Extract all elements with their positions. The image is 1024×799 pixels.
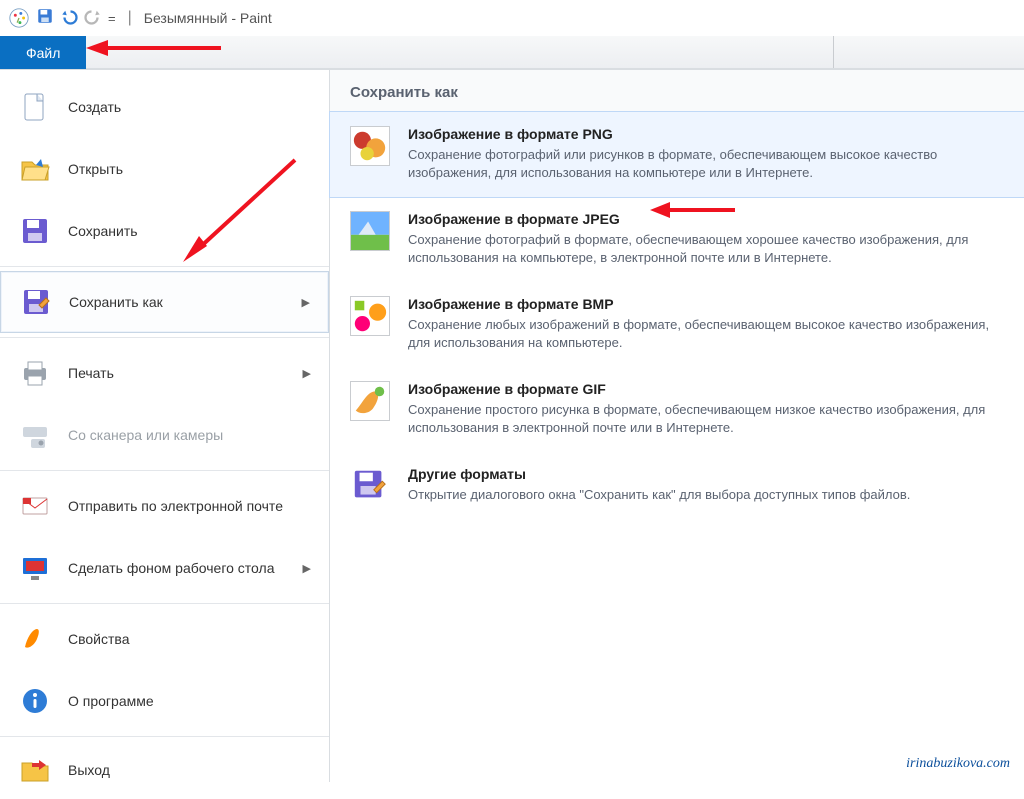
save-as-format-png[interactable]: Изображение в формате PNG Сохранение фот… — [330, 112, 1024, 197]
new-file-icon — [18, 90, 52, 124]
file-menu-separator — [0, 736, 329, 737]
file-menu-separator — [0, 266, 329, 267]
ribbon-tabstrip: Файл — [0, 36, 1024, 70]
format-desc: Сохранение фотографий в формате, обеспеч… — [408, 231, 1004, 266]
gif-thumb-icon — [350, 381, 390, 421]
file-menu-label: О программе — [68, 693, 154, 709]
format-title: Изображение в формате BMP — [408, 296, 1004, 312]
save-as-panel: Сохранить как Изображение в формате PNG … — [330, 70, 1024, 782]
file-menu-label: Сохранить — [68, 223, 138, 239]
format-title: Изображение в формате GIF — [408, 381, 1004, 397]
file-menu-email[interactable]: Отправить по электронной почте — [0, 475, 329, 537]
window-title: Безымянный - Paint — [144, 10, 272, 26]
file-menu: Создать Открыть Сохранить Сохранить как … — [0, 70, 330, 782]
qat-save-icon[interactable] — [36, 7, 54, 30]
format-title: Изображение в формате PNG — [408, 126, 1004, 142]
submenu-arrow-icon: ▶ — [303, 367, 311, 380]
file-backstage: Создать Открыть Сохранить Сохранить как … — [0, 70, 1024, 782]
email-icon — [18, 489, 52, 523]
qat-undo-icon[interactable] — [60, 7, 78, 30]
file-menu-wallpaper[interactable]: Сделать фоном рабочего стола ▶ — [0, 537, 329, 599]
submenu-arrow-icon: ▶ — [302, 296, 310, 309]
submenu-arrow-icon: ▶ — [303, 562, 311, 575]
ribbon-command-area — [86, 36, 1024, 69]
file-menu-label: Создать — [68, 99, 121, 115]
file-menu-exit[interactable]: Выход — [0, 741, 329, 799]
titlebar-separator: | — [128, 9, 132, 27]
file-menu-about[interactable]: О программе — [0, 670, 329, 732]
file-menu-separator — [0, 470, 329, 471]
jpeg-thumb-icon — [350, 211, 390, 251]
file-menu-print[interactable]: Печать ▶ — [0, 342, 329, 404]
print-icon — [18, 356, 52, 390]
file-menu-save-as[interactable]: Сохранить как ▶ — [0, 271, 329, 333]
bmp-thumb-icon — [350, 296, 390, 336]
scanner-camera-icon — [18, 418, 52, 452]
file-menu-label: Сделать фоном рабочего стола — [68, 560, 275, 576]
save-as-format-gif[interactable]: Изображение в формате GIF Сохранение про… — [330, 367, 1024, 452]
format-desc: Сохранение любых изображений в формате, … — [408, 316, 1004, 351]
file-menu-properties[interactable]: Свойства — [0, 608, 329, 670]
format-title: Изображение в формате JPEG — [408, 211, 1004, 227]
file-menu-label: Отправить по электронной почте — [68, 498, 283, 514]
save-as-icon — [19, 285, 53, 319]
save-as-format-other[interactable]: Другие форматы Открытие диалогового окна… — [330, 452, 1024, 522]
file-menu-new[interactable]: Создать — [0, 76, 329, 138]
format-desc: Открытие диалогового окна "Сохранить как… — [408, 486, 910, 504]
other-formats-icon — [350, 466, 390, 506]
qat-redo-icon[interactable] — [84, 7, 102, 30]
open-folder-icon — [18, 152, 52, 186]
qat-dropdown-icon[interactable]: = — [108, 11, 116, 26]
tab-file[interactable]: Файл — [0, 36, 86, 69]
paint-app-icon — [8, 7, 30, 29]
titlebar: = | Безымянный - Paint — [0, 0, 1024, 36]
png-thumb-icon — [350, 126, 390, 166]
format-title: Другие форматы — [408, 466, 910, 482]
save-as-format-jpeg[interactable]: Изображение в формате JPEG Сохранение фо… — [330, 197, 1024, 282]
file-menu-label: Со сканера или камеры — [68, 427, 223, 443]
file-menu-open[interactable]: Открыть — [0, 138, 329, 200]
file-menu-separator — [0, 337, 329, 338]
format-desc: Сохранение простого рисунка в формате, о… — [408, 401, 1004, 436]
quick-access-toolbar: = — [8, 7, 116, 30]
properties-icon — [18, 622, 52, 656]
format-desc: Сохранение фотографий или рисунков в фор… — [408, 146, 1004, 181]
file-menu-label: Выход — [68, 762, 110, 778]
file-menu-save[interactable]: Сохранить — [0, 200, 329, 262]
file-menu-scanner: Со сканера или камеры — [0, 404, 329, 466]
save-icon — [18, 214, 52, 248]
file-menu-label: Сохранить как — [69, 294, 163, 310]
file-menu-label: Печать — [68, 365, 114, 381]
file-menu-label: Открыть — [68, 161, 123, 177]
wallpaper-icon — [18, 551, 52, 585]
save-as-format-bmp[interactable]: Изображение в формате BMP Сохранение люб… — [330, 282, 1024, 367]
about-icon — [18, 684, 52, 718]
watermark: irinabuzikova.com — [906, 756, 1010, 772]
file-menu-label: Свойства — [68, 631, 129, 647]
file-menu-separator — [0, 603, 329, 604]
save-as-heading: Сохранить как — [330, 70, 1024, 112]
